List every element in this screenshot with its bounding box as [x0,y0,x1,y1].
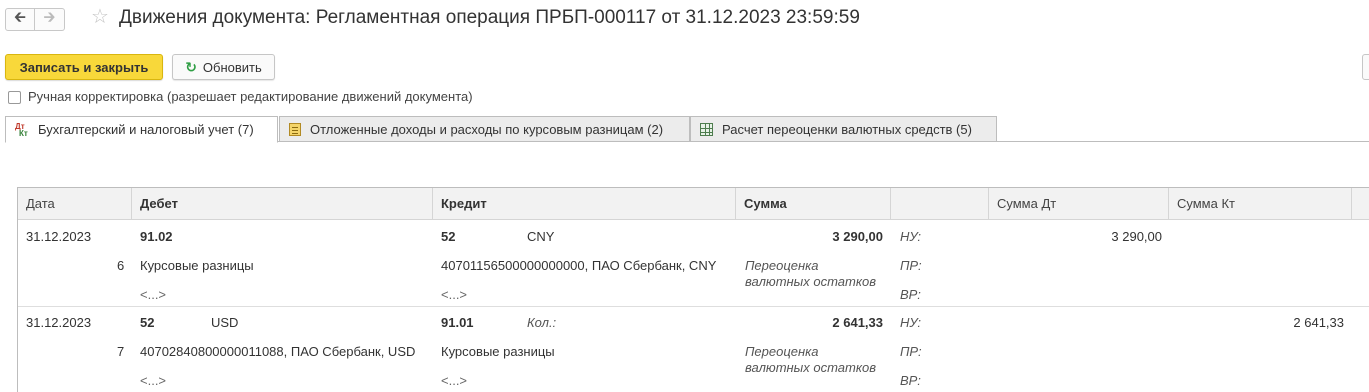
col-debit[interactable]: Дебет [132,188,433,219]
sum-dt: 3 290,00 [1111,229,1162,244]
vr-label: ВР: [900,287,921,302]
debit-subconto-2: <...> [140,373,167,388]
credit-subconto-1: 40701156500000000000, ПАО Сбербанк, CNY [441,258,717,273]
arrow-right-icon: 🡲 [43,9,56,26]
debit-account: 52 [140,315,155,330]
star-icon[interactable]: ☆ [91,6,109,28]
col-amount[interactable]: Сумма [736,188,891,219]
credit-qty-label: Кол.: [527,315,557,330]
refresh-icon: ↻ [185,58,197,75]
amount: 2 641,33 [832,315,883,330]
refresh-button[interactable]: ↻ Обновить [172,54,275,80]
pr-label: ПР: [900,344,922,359]
nu-label: НУ: [900,229,922,244]
more-actions-button[interactable] [1362,54,1369,80]
col-credit[interactable]: Кредит [433,188,736,219]
amount: 3 290,00 [832,229,883,244]
content-line-1: Переоценка [745,344,819,359]
credit-account: 52 [441,229,456,244]
credit-subconto-1: Курсовые разницы [441,344,555,359]
debit-subconto-1: Курсовые разницы [140,258,254,273]
content-line-2: валютных остатков [745,360,876,375]
refresh-button-label: Обновить [202,59,262,75]
col-date[interactable]: Дата [18,188,132,219]
movements-table[interactable]: Дата Дебет Кредит Сумма Сумма Дт Сумма К… [17,187,1369,392]
content-line-2: валютных остатков [745,274,876,289]
sum-kt: 2 641,33 [1293,315,1344,330]
arrow-left-icon: 🡰 [13,9,27,26]
line-number: 7 [117,344,125,359]
tab-revaluation[interactable]: Расчет переоценки валютных средств (5) [690,116,997,142]
manual-edit-label[interactable]: Ручная корректировка (разрешает редактир… [28,89,473,104]
row-date: 31.12.2023 [26,315,92,330]
content-line-1: Переоценка [745,258,819,273]
tab-deferred-fx[interactable]: Отложенные доходы и расходы по курсовым … [279,116,690,142]
col-accounting-type[interactable] [891,188,989,219]
tab-accounting-label: Бухгалтерский и налоговый учет (7) [38,122,254,137]
manual-edit-checkbox[interactable] [8,91,21,104]
credit-subconto-2: <...> [441,287,468,302]
debit-subconto-2: <...> [140,287,167,302]
line-number: 6 [117,258,125,273]
row-divider [18,306,1369,307]
debit-currency: USD [211,315,239,330]
row-date: 31.12.2023 [26,229,92,244]
forward-button[interactable]: 🡲 [35,8,65,31]
tab-accounting[interactable]: Дт Кт Бухгалтерский и налоговый учет (7) [5,116,278,143]
back-button[interactable]: 🡰 [5,8,35,31]
nu-label: НУ: [900,315,922,330]
credit-subconto-2: <...> [441,373,468,388]
debit-account: 91.02 [140,229,173,244]
debit-subconto-1: 40702840800000011088, ПАО Сбербанк, USD [140,344,416,359]
pr-label: ПР: [900,258,922,273]
credit-account: 91.01 [441,315,474,330]
tab-deferred-fx-label: Отложенные доходы и расходы по курсовым … [310,121,664,137]
document-icon [289,122,301,136]
col-sum-kt[interactable]: Сумма Кт [1169,188,1352,219]
vr-label: ВР: [900,373,921,388]
tab-revaluation-label: Расчет переоценки валютных средств (5) [722,121,972,137]
table-icon [700,122,713,136]
dt-kt-icon: Дт Кт [15,121,28,138]
window-title: Движения документа: Регламентная операци… [119,7,860,28]
table-header: Дата Дебет Кредит Сумма Сумма Дт Сумма К… [18,188,1369,220]
col-sum-dt[interactable]: Сумма Дт [989,188,1169,219]
credit-currency: CNY [527,229,555,244]
save-and-close-button[interactable]: Записать и закрыть [5,54,163,80]
